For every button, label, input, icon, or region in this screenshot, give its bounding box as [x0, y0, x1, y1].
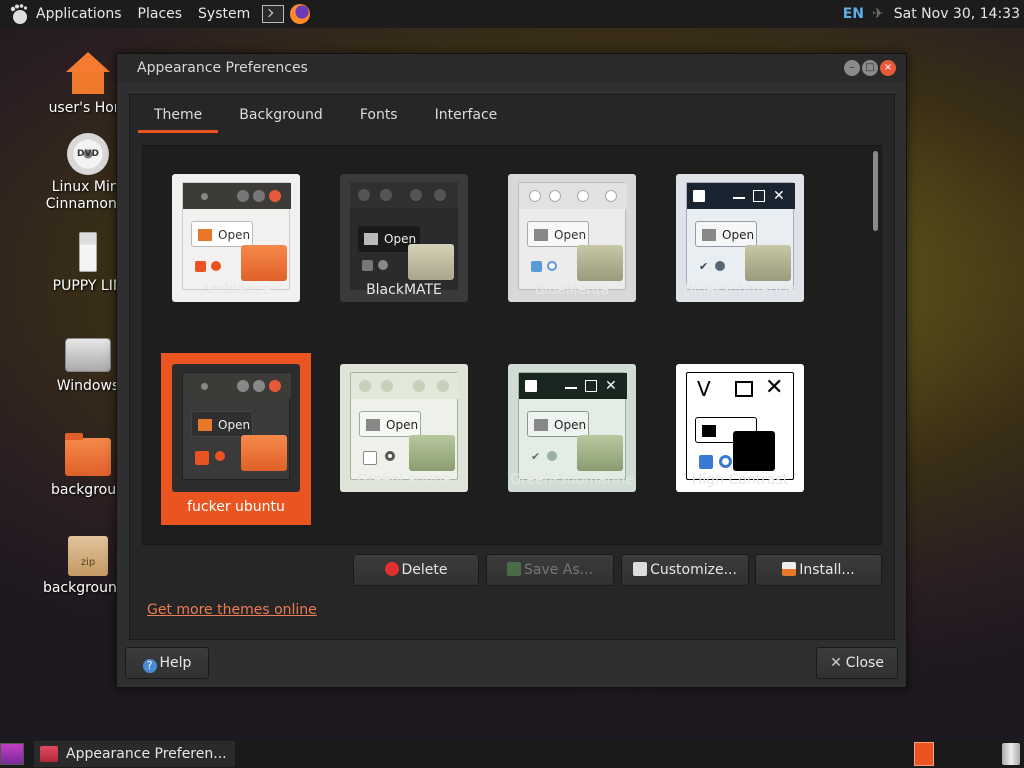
theme-name: Blue-Submarine [683, 282, 797, 298]
theme-item-fucker-ubuntu[interactable]: Open fucker ubuntu [161, 353, 311, 525]
install-icon [782, 562, 797, 576]
theme-list: Open Ambiance Open BlackMATE Open BlueMe… [142, 145, 882, 545]
window-close-button[interactable]: × [880, 60, 896, 76]
preview-open-label: Open [218, 418, 251, 432]
window-title: Appearance Preferences [137, 60, 308, 76]
preview-open-label: Open [218, 228, 251, 242]
folder-icon [65, 433, 111, 476]
taskbar-item-appearance[interactable]: Appearance Preferen... [34, 741, 235, 767]
trash-icon[interactable] [1002, 743, 1020, 765]
dvd-icon: DVD [67, 133, 109, 175]
theme-name: BlueMenta [534, 282, 610, 298]
theme-name: GreenLaguna [357, 472, 451, 488]
zip-archive-icon: zip [68, 536, 108, 576]
theme-item-ambiance[interactable]: Open Ambiance [161, 146, 311, 318]
delete-button[interactable]: Delete [353, 554, 479, 586]
theme-preview-fucker-ubuntu: Open [172, 364, 300, 492]
notebook: Theme Background Fonts Interface Open Am… [129, 94, 895, 640]
edit-icon [633, 562, 648, 576]
close-button[interactable]: ✕ Close [816, 647, 898, 679]
bottom-panel: Appearance Preferen... [0, 740, 1024, 768]
hard-drive-icon [65, 338, 111, 372]
theme-item-green-submarine[interactable]: ✕ Open ✔ Green-Submarine [497, 336, 647, 508]
theme-item-high-contrast[interactable]: V ✕ High Contrast [665, 336, 815, 508]
preview-open-label: Open [386, 418, 419, 432]
tab-theme[interactable]: Theme [138, 107, 219, 133]
theme-item-blackmate[interactable]: Open BlackMATE [329, 146, 479, 318]
scrollbar[interactable] [873, 151, 878, 231]
install-button[interactable]: Install... [755, 554, 882, 586]
show-desktop-icon[interactable] [0, 743, 24, 765]
firefox-launcher-icon[interactable] [290, 4, 311, 24]
customize-button[interactable]: Customize... [621, 554, 749, 586]
theme-item-greenlaguna[interactable]: Open GreenLaguna [329, 336, 479, 508]
tab-interface[interactable]: Interface [419, 107, 514, 133]
theme-name: High Contrast [691, 472, 789, 488]
menu-applications[interactable]: Applications [36, 6, 122, 22]
delete-icon [384, 562, 399, 576]
terminal-launcher-icon[interactable] [262, 5, 285, 23]
clock[interactable]: Sat Nov 30, 14:33 [894, 6, 1020, 22]
get-more-themes-link[interactable]: Get more themes online [147, 602, 317, 618]
theme-name: Green-Submarine [510, 472, 634, 488]
tab-background[interactable]: Background [223, 107, 339, 133]
theme-item-bluementa[interactable]: Open BlueMenta [497, 146, 647, 318]
gnome-foot-icon[interactable] [8, 3, 30, 25]
tab-fonts[interactable]: Fonts [344, 107, 414, 133]
network-icon[interactable]: ✈ [872, 6, 884, 22]
theme-name: BlackMATE [366, 282, 442, 298]
usb-drive-icon [79, 232, 97, 272]
top-panel: Applications Places System EN ✈ Sat Nov … [0, 0, 1024, 28]
minimize-button[interactable]: – [844, 60, 860, 76]
preview-open-label: Open [554, 228, 587, 242]
maximize-button[interactable]: □ [862, 60, 878, 76]
save-as-button[interactable]: Save As... [486, 554, 614, 586]
preview-open-label: Open [554, 418, 587, 432]
close-icon: ✕ [830, 655, 842, 671]
help-button[interactable]: ? Help [125, 647, 209, 679]
theme-item-blue-submarine[interactable]: ✕ Open ✔ Blue-Submarine [665, 146, 815, 318]
taskbar-item-label: Appearance Preferen... [66, 746, 227, 762]
home-folder-icon [66, 52, 110, 96]
tab-bar: Theme Background Fonts Interface [130, 95, 894, 133]
workspace-switcher[interactable] [914, 742, 934, 766]
menu-system[interactable]: System [198, 6, 250, 22]
appearance-preferences-window: Appearance Preferences – □ × Theme Backg… [116, 53, 907, 688]
menu-places[interactable]: Places [138, 6, 183, 22]
help-icon: ? [142, 659, 157, 673]
preview-open-label: Open [722, 228, 755, 242]
appearance-app-icon [40, 746, 58, 762]
save-icon [506, 562, 521, 576]
theme-name: fucker ubuntu [187, 499, 285, 515]
keyboard-layout-indicator[interactable]: EN [843, 6, 864, 22]
theme-name: Ambiance [201, 282, 271, 298]
window-titlebar[interactable]: Appearance Preferences – □ × [117, 54, 906, 82]
